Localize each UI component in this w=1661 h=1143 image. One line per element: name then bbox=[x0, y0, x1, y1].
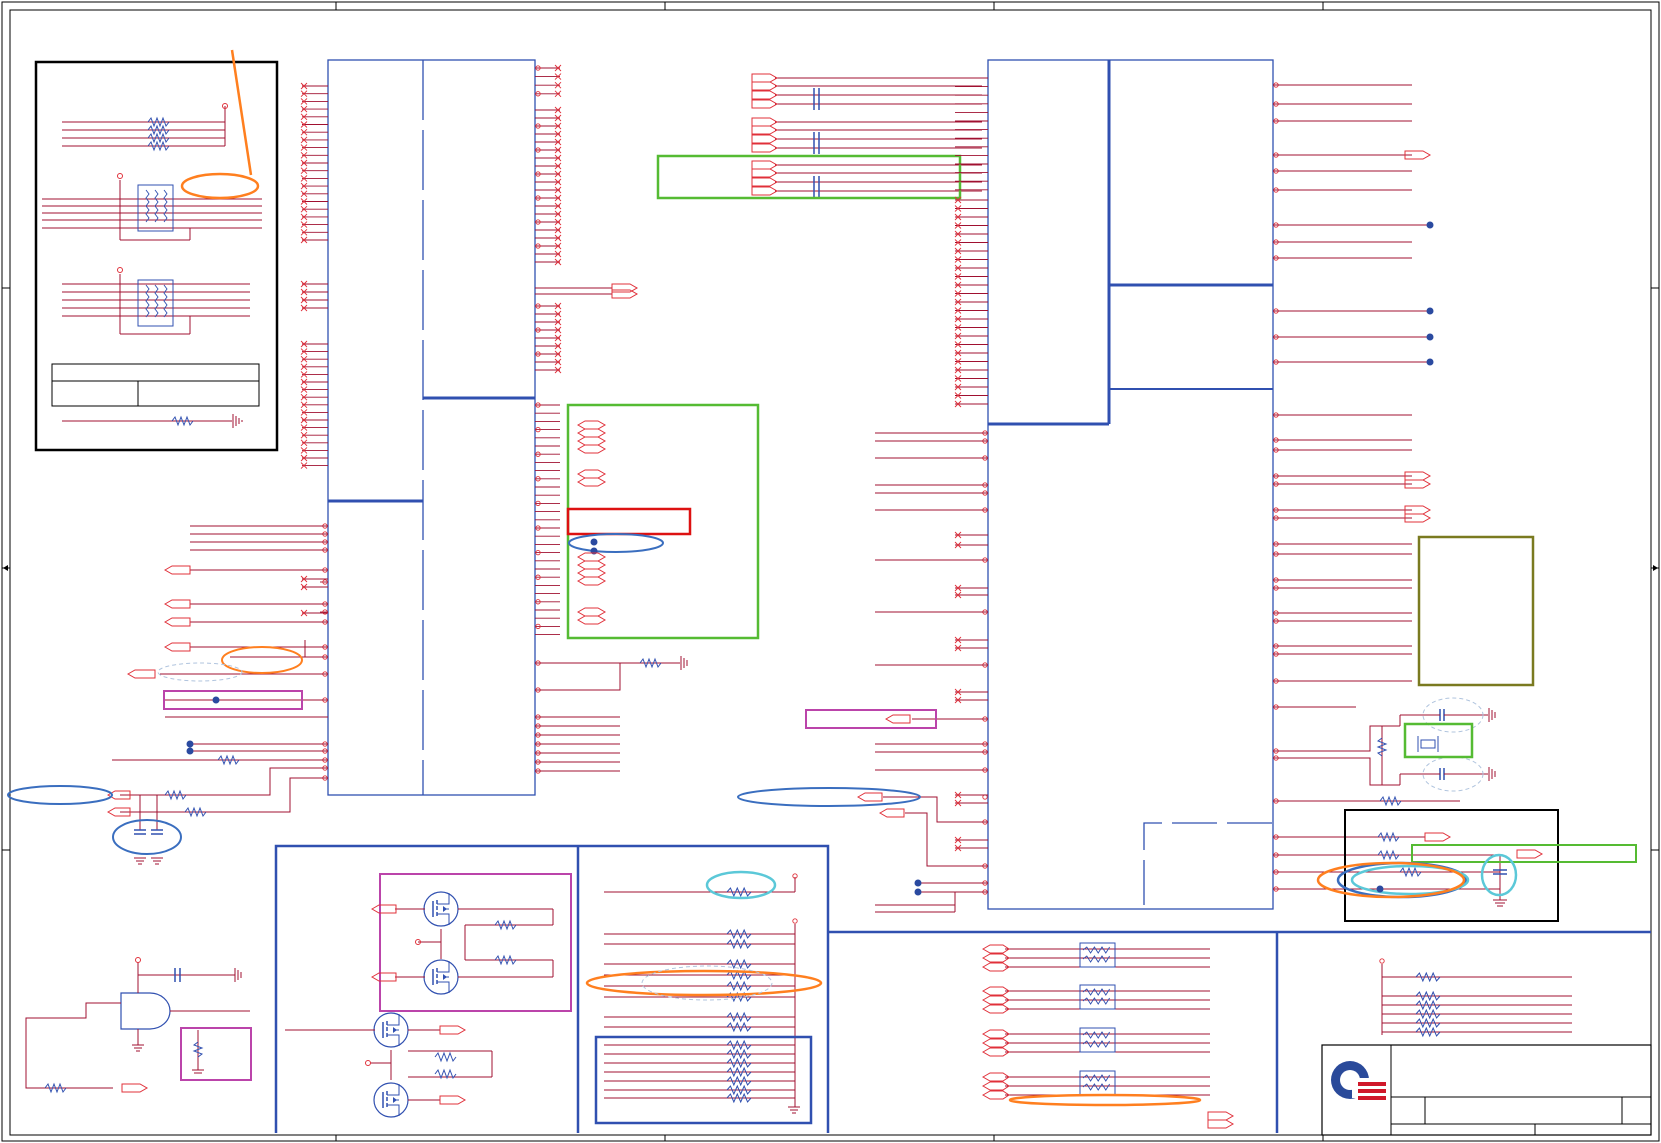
highlight-ellipse bbox=[112, 819, 182, 855]
schematic-sheet bbox=[1, 1, 1660, 1142]
highlight-box-green bbox=[1411, 844, 1637, 863]
highlight-box-green bbox=[656, 154, 962, 200]
pin-bubble bbox=[1379, 958, 1385, 964]
highlight-ellipse bbox=[157, 662, 243, 682]
resistor-pack-box bbox=[34, 60, 279, 452]
bidir-connector bbox=[576, 615, 607, 625]
off-page-connectors bbox=[611, 283, 639, 299]
diff-pair-connectors bbox=[576, 420, 607, 625]
pin-bubble bbox=[792, 918, 798, 924]
ic2-right-pins bbox=[1273, 82, 1279, 892]
pullup-resistor-section bbox=[604, 873, 798, 1107]
crystal-icon bbox=[1417, 736, 1439, 752]
pin-bubble bbox=[982, 794, 988, 800]
bidir-connector bbox=[576, 436, 607, 446]
bidir-connector bbox=[576, 552, 607, 562]
mosfet-icon bbox=[373, 1082, 409, 1118]
off-page-connector bbox=[1207, 1119, 1235, 1129]
highlight-ellipse bbox=[568, 533, 664, 553]
highlight-ellipse bbox=[180, 172, 260, 200]
resistor-icon bbox=[147, 116, 170, 152]
off-page-connector bbox=[1207, 1111, 1235, 1121]
capacitor-icon bbox=[1439, 709, 1507, 875]
off-page-connectors bbox=[121, 1083, 149, 1093]
bidir-connector bbox=[576, 428, 607, 438]
mosfet-group bbox=[373, 891, 459, 1118]
resistor-network-icon bbox=[1079, 1070, 1116, 1096]
ic1-right-pins bbox=[535, 64, 562, 774]
junction-dots bbox=[186, 696, 220, 755]
mosfet-icon bbox=[423, 959, 459, 995]
ground-icon bbox=[232, 414, 243, 428]
ic-block-1 bbox=[327, 59, 536, 796]
highlight-ellipse bbox=[1008, 1093, 1202, 1107]
bidir-connector bbox=[576, 568, 607, 578]
resistor-network-icon bbox=[1079, 1027, 1116, 1053]
bidir-connector bbox=[576, 444, 607, 454]
mosfet-icon bbox=[373, 1012, 409, 1048]
highlight-box-magenta bbox=[379, 873, 572, 1012]
highlight-box-olive bbox=[1417, 535, 1535, 687]
mosfet-icon bbox=[423, 891, 459, 927]
and-gate-icon bbox=[120, 992, 171, 1030]
junction-dots bbox=[1426, 221, 1434, 366]
ground-icon bbox=[788, 1106, 800, 1114]
resistor-network-section bbox=[981, 942, 1235, 1129]
resistor-icon bbox=[164, 754, 240, 818]
resistor-icon bbox=[434, 919, 517, 1080]
ic2-left-pins bbox=[954, 77, 988, 895]
highlight-ellipse bbox=[1316, 861, 1466, 899]
resistor-network-icon bbox=[137, 184, 174, 232]
highlight-box-red bbox=[566, 507, 692, 536]
junction-dots bbox=[590, 538, 598, 555]
bidir-connector bbox=[576, 576, 607, 586]
resistor-network-icon bbox=[1079, 984, 1116, 1010]
company-logo-icon bbox=[1331, 1061, 1386, 1100]
ic1-left-pins bbox=[300, 82, 328, 781]
bidir-connector bbox=[576, 607, 607, 617]
ic-block-2 bbox=[987, 59, 1274, 910]
off-page-connectors bbox=[1404, 150, 1544, 859]
bidir-connector bbox=[576, 420, 607, 430]
resistor-network-icon bbox=[1079, 942, 1116, 968]
callout-leader-line bbox=[230, 49, 253, 176]
ac-coupled-pairs bbox=[751, 73, 982, 198]
junction-dots bbox=[1376, 885, 1384, 893]
bidir-connector bbox=[576, 560, 607, 570]
highlight-ellipse bbox=[7, 785, 113, 805]
ground-icon bbox=[134, 857, 163, 865]
ic2-right-nets bbox=[1273, 84, 1501, 890]
resistor-network-icon bbox=[137, 279, 174, 327]
capacitor-icon bbox=[134, 829, 163, 835]
ground-icon bbox=[132, 968, 242, 1074]
bidir-connector bbox=[576, 477, 607, 487]
bidir-connector bbox=[576, 469, 607, 479]
mosfet-nets bbox=[285, 908, 554, 1101]
highlight-box-green bbox=[566, 403, 760, 640]
config-table bbox=[51, 363, 260, 407]
highlight-box-blue bbox=[594, 1035, 813, 1125]
gate-nets bbox=[25, 962, 250, 1089]
bottom-right-pullups bbox=[1379, 958, 1572, 1038]
junction-dots bbox=[914, 879, 922, 896]
title-block bbox=[1321, 1044, 1652, 1136]
ground-icon bbox=[1488, 708, 1507, 907]
ground-icon bbox=[680, 656, 688, 670]
highlight-box-magenta bbox=[180, 1027, 252, 1081]
highlight-ellipse bbox=[221, 646, 303, 674]
